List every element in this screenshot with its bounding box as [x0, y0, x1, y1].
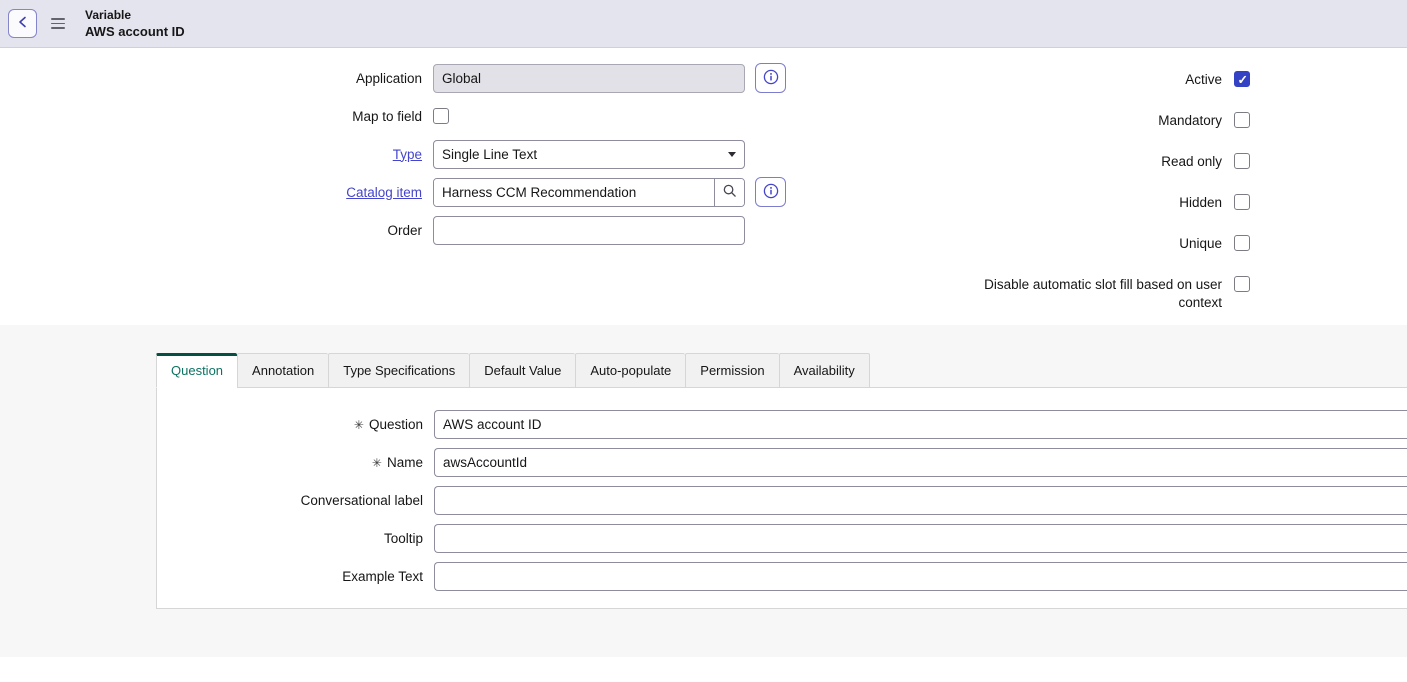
variable-form: Application Map to field Type Single Lin… [0, 48, 1407, 325]
example-text-label: Example Text [342, 568, 423, 585]
tab-auto-populate[interactable]: Auto-populate [575, 353, 685, 388]
header-bar: Variable AWS account ID [0, 0, 1407, 48]
catalog-item-reference-field [433, 178, 745, 207]
tab-availability[interactable]: Availability [779, 353, 870, 388]
order-input[interactable] [433, 216, 745, 245]
disable-slot-fill-label: Disable automatic slot fill based on use… [972, 276, 1222, 312]
question-row: ✳ Question [157, 410, 1407, 439]
tab-annotation[interactable]: Annotation [237, 353, 328, 388]
record-name-title: AWS account ID [85, 24, 185, 40]
record-type-title: Variable [85, 8, 185, 23]
disable-slot-fill-row: Disable automatic slot fill based on use… [800, 276, 1250, 312]
read-only-checkbox[interactable] [1234, 153, 1250, 169]
type-label-link[interactable]: Type [393, 147, 422, 162]
catalog-item-input[interactable] [434, 179, 714, 206]
map-to-field-checkbox[interactable] [433, 108, 449, 124]
catalog-item-row: Catalog item [0, 177, 800, 207]
catalog-item-info-button[interactable] [755, 177, 786, 207]
name-row: ✳ Name [157, 448, 1407, 477]
hidden-row: Hidden [800, 194, 1250, 211]
unique-label: Unique [1179, 235, 1222, 252]
tab-bar: Question Annotation Type Specifications … [156, 353, 1407, 387]
back-button[interactable] [8, 9, 37, 38]
name-label: Name [387, 454, 423, 471]
bottom-strip [0, 657, 1407, 682]
application-row: Application [0, 63, 800, 93]
read-only-row: Read only [800, 153, 1250, 170]
type-select[interactable]: Single Line Text [433, 140, 745, 169]
hidden-checkbox[interactable] [1234, 194, 1250, 210]
application-input[interactable] [433, 64, 745, 93]
info-circle-icon [763, 69, 779, 88]
form-right-column: Active Mandatory Read only Hidden Unique… [800, 63, 1407, 325]
page-title: Variable AWS account ID [85, 8, 185, 40]
conversational-label-input[interactable] [434, 486, 1407, 515]
hamburger-menu-icon[interactable] [51, 15, 69, 33]
catalog-item-lookup-button[interactable] [714, 179, 744, 206]
question-label: Question [369, 416, 423, 433]
form-left-column: Application Map to field Type Single Lin… [0, 63, 800, 325]
example-text-row: Example Text [157, 562, 1407, 591]
order-label: Order [0, 222, 433, 239]
application-info-button[interactable] [755, 63, 786, 93]
tab-permission[interactable]: Permission [685, 353, 778, 388]
active-row: Active [800, 71, 1250, 88]
map-to-field-label: Map to field [0, 108, 433, 125]
tab-type-specifications[interactable]: Type Specifications [328, 353, 469, 388]
hidden-label: Hidden [1179, 194, 1222, 211]
tooltip-input[interactable] [434, 524, 1407, 553]
name-input[interactable] [434, 448, 1407, 477]
tabs-section: Question Annotation Type Specifications … [0, 325, 1407, 657]
active-checkbox[interactable] [1234, 71, 1250, 87]
chevron-left-icon [15, 14, 31, 33]
tab-default-value[interactable]: Default Value [469, 353, 575, 388]
info-circle-icon [763, 183, 779, 202]
catalog-item-label-link[interactable]: Catalog item [346, 185, 422, 200]
conversational-label-label: Conversational label [301, 492, 423, 509]
mandatory-label: Mandatory [1158, 112, 1222, 129]
application-label: Application [0, 70, 433, 87]
order-row: Order [0, 215, 800, 245]
mandatory-checkbox[interactable] [1234, 112, 1250, 128]
map-to-field-row: Map to field [0, 101, 800, 131]
disable-slot-fill-checkbox[interactable] [1234, 276, 1250, 292]
question-tab-panel: ✳ Question ✳ Name Conversational label T… [156, 387, 1407, 609]
tooltip-label: Tooltip [384, 530, 423, 547]
mandatory-row: Mandatory [800, 112, 1250, 129]
asterisk-icon: ✳ [372, 457, 382, 469]
question-input[interactable] [434, 410, 1407, 439]
type-select-wrap: Single Line Text [433, 140, 745, 169]
tooltip-row: Tooltip [157, 524, 1407, 553]
magnifier-icon [722, 183, 737, 201]
tab-question[interactable]: Question [156, 353, 237, 388]
read-only-label: Read only [1161, 153, 1222, 170]
conversational-label-row: Conversational label [157, 486, 1407, 515]
active-label: Active [1185, 71, 1222, 88]
asterisk-icon: ✳ [354, 419, 364, 431]
type-row: Type Single Line Text [0, 139, 800, 169]
unique-checkbox[interactable] [1234, 235, 1250, 251]
unique-row: Unique [800, 235, 1250, 252]
example-text-input[interactable] [434, 562, 1407, 591]
